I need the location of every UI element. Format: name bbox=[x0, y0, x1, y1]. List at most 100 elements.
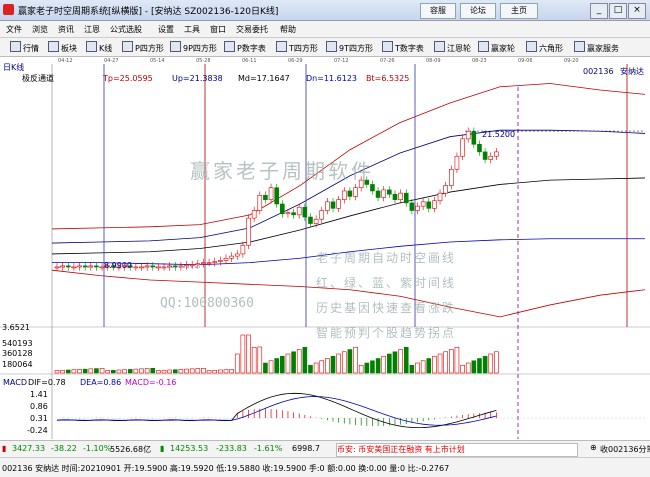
close-icon[interactable]: × bbox=[628, 3, 646, 19]
candle-body bbox=[246, 217, 251, 246]
volume-bar bbox=[302, 346, 308, 374]
volume-bar bbox=[325, 358, 330, 374]
menu-gann[interactable]: 江恩 bbox=[84, 24, 100, 35]
toolbar-p-square[interactable]: P四方形 bbox=[122, 41, 164, 53]
toolbar-kline[interactable]: K线 bbox=[86, 41, 112, 53]
volume-bar bbox=[415, 362, 420, 374]
customer-service-button[interactable]: 容服 bbox=[420, 3, 456, 19]
date-tick: 07-12 bbox=[334, 58, 349, 64]
volume-bar bbox=[161, 369, 167, 374]
p-square-icon bbox=[122, 41, 133, 52]
macd-tick-4: -0.24 bbox=[27, 426, 48, 435]
date-tick: 04-12 bbox=[58, 58, 73, 64]
menu-browse[interactable]: 浏览 bbox=[32, 24, 48, 35]
volume-bar bbox=[127, 369, 133, 374]
volume-bar bbox=[285, 353, 291, 374]
menu-bar: 文件 浏览 资讯 江恩 公式选股 设置 工具 窗口 交易委托 帮助 bbox=[0, 21, 650, 38]
toolbar-p-table[interactable]: P数字表 bbox=[224, 41, 266, 53]
candle-body bbox=[218, 260, 223, 262]
candle-body bbox=[263, 195, 268, 200]
volume-bar bbox=[77, 369, 82, 374]
menu-file[interactable]: 文件 bbox=[6, 24, 22, 35]
candle-body bbox=[437, 192, 443, 202]
volume-bar bbox=[246, 334, 251, 374]
volume-bar bbox=[347, 349, 353, 374]
kline-chart[interactable]: 04-12 04-27 05-14 05-28 06-11 06-29 07-12 07-26… bbox=[0, 57, 650, 439]
forum-button[interactable]: 论坛 bbox=[460, 3, 496, 19]
toolbar-t-table[interactable]: T数字表 bbox=[382, 41, 424, 53]
volume-bar bbox=[437, 353, 443, 374]
volume-bar bbox=[488, 353, 494, 374]
menu-trade[interactable]: 交易委托 bbox=[236, 24, 268, 35]
candle-body bbox=[403, 192, 409, 204]
volume-bar bbox=[172, 369, 178, 374]
volume-bar bbox=[449, 349, 454, 374]
candle-body bbox=[409, 202, 415, 211]
candle-body bbox=[488, 155, 494, 160]
menu-tools[interactable]: 工具 bbox=[184, 24, 200, 35]
candle-body bbox=[184, 264, 189, 267]
minimize-icon[interactable]: _ bbox=[590, 3, 608, 19]
date-tick: 06-11 bbox=[242, 58, 257, 64]
candle-body bbox=[285, 212, 291, 215]
volume-bar bbox=[398, 349, 403, 374]
menu-news[interactable]: 资讯 bbox=[58, 24, 74, 35]
toolbar-quote[interactable]: 行情 bbox=[10, 41, 39, 53]
indicator-param: Md=17.1647 bbox=[238, 74, 290, 83]
toolbar-9t-square[interactable]: 9T四方形 bbox=[326, 41, 373, 53]
candle-body bbox=[229, 255, 234, 259]
candle-body bbox=[432, 200, 437, 209]
indicator-param: Up=21.3838 bbox=[172, 74, 223, 83]
menu-window[interactable]: 窗口 bbox=[210, 24, 226, 35]
toolbar-winner-wheel[interactable]: 赢家轮 bbox=[478, 41, 515, 53]
gann-wheel-icon bbox=[434, 41, 445, 52]
menu-help[interactable]: 帮助 bbox=[280, 24, 296, 35]
candle-body bbox=[392, 193, 398, 200]
stock-code: 002136 bbox=[583, 67, 614, 76]
volume-bar bbox=[189, 368, 195, 374]
toolbar-winner-service[interactable]: 赢家服务 bbox=[574, 41, 619, 53]
watermark-main: 赢家老子周期软件 bbox=[190, 159, 374, 183]
volume-label-high: 540193 bbox=[2, 339, 33, 348]
volume-bar bbox=[184, 368, 189, 374]
volume-bar bbox=[105, 370, 110, 374]
candle-body bbox=[144, 265, 150, 268]
toolbar-9p-square[interactable]: 9P四方形 bbox=[170, 41, 217, 53]
menu-settings[interactable]: 设置 bbox=[158, 24, 174, 35]
volume-bar bbox=[280, 355, 285, 374]
maximize-icon[interactable]: □ bbox=[609, 3, 627, 19]
volume-bar bbox=[341, 351, 347, 374]
candle-body bbox=[471, 130, 477, 145]
volume-bar bbox=[257, 346, 263, 374]
candle-body bbox=[71, 266, 77, 269]
candle-body bbox=[251, 210, 257, 219]
period-label: 日K线 bbox=[3, 62, 24, 72]
toolbar-hexagon[interactable]: 六角形 bbox=[526, 41, 563, 53]
sz-index-pct: -1.61% bbox=[254, 444, 283, 453]
menu-formula-select[interactable]: 公式选股 bbox=[110, 24, 142, 35]
candle-body bbox=[54, 266, 60, 269]
homepage-button[interactable]: 主页 bbox=[500, 3, 538, 19]
candle-body bbox=[319, 210, 325, 220]
candle-body bbox=[313, 218, 319, 224]
sh-up-icon: ▮ bbox=[2, 444, 7, 453]
receive-status: 收002136分笔 bbox=[600, 445, 650, 454]
receive-icon: ⊕ bbox=[590, 443, 597, 452]
volume-bar bbox=[178, 369, 184, 374]
candle-body bbox=[77, 265, 82, 268]
volume-bar bbox=[268, 360, 274, 374]
toolbar-gann-wheel[interactable]: 江恩轮 bbox=[434, 41, 471, 53]
toolbar-t-square[interactable]: T四方形 bbox=[276, 41, 318, 53]
volume-bar bbox=[111, 369, 116, 374]
macd-value: DIF=0.78 bbox=[28, 378, 66, 387]
candle-body bbox=[268, 187, 274, 200]
hexagon-icon bbox=[526, 41, 537, 52]
volume-bar bbox=[471, 360, 477, 374]
candle-body bbox=[465, 130, 471, 140]
volume-bar bbox=[167, 369, 172, 374]
volume-bar bbox=[392, 351, 398, 374]
volume-bar bbox=[251, 346, 257, 374]
toolbar-sector[interactable]: 板块 bbox=[48, 41, 77, 53]
stock-name: 安纳达 bbox=[620, 66, 644, 76]
news-ticker[interactable]: 币安: 币安美国正在融资 有上市计划 bbox=[336, 443, 578, 457]
